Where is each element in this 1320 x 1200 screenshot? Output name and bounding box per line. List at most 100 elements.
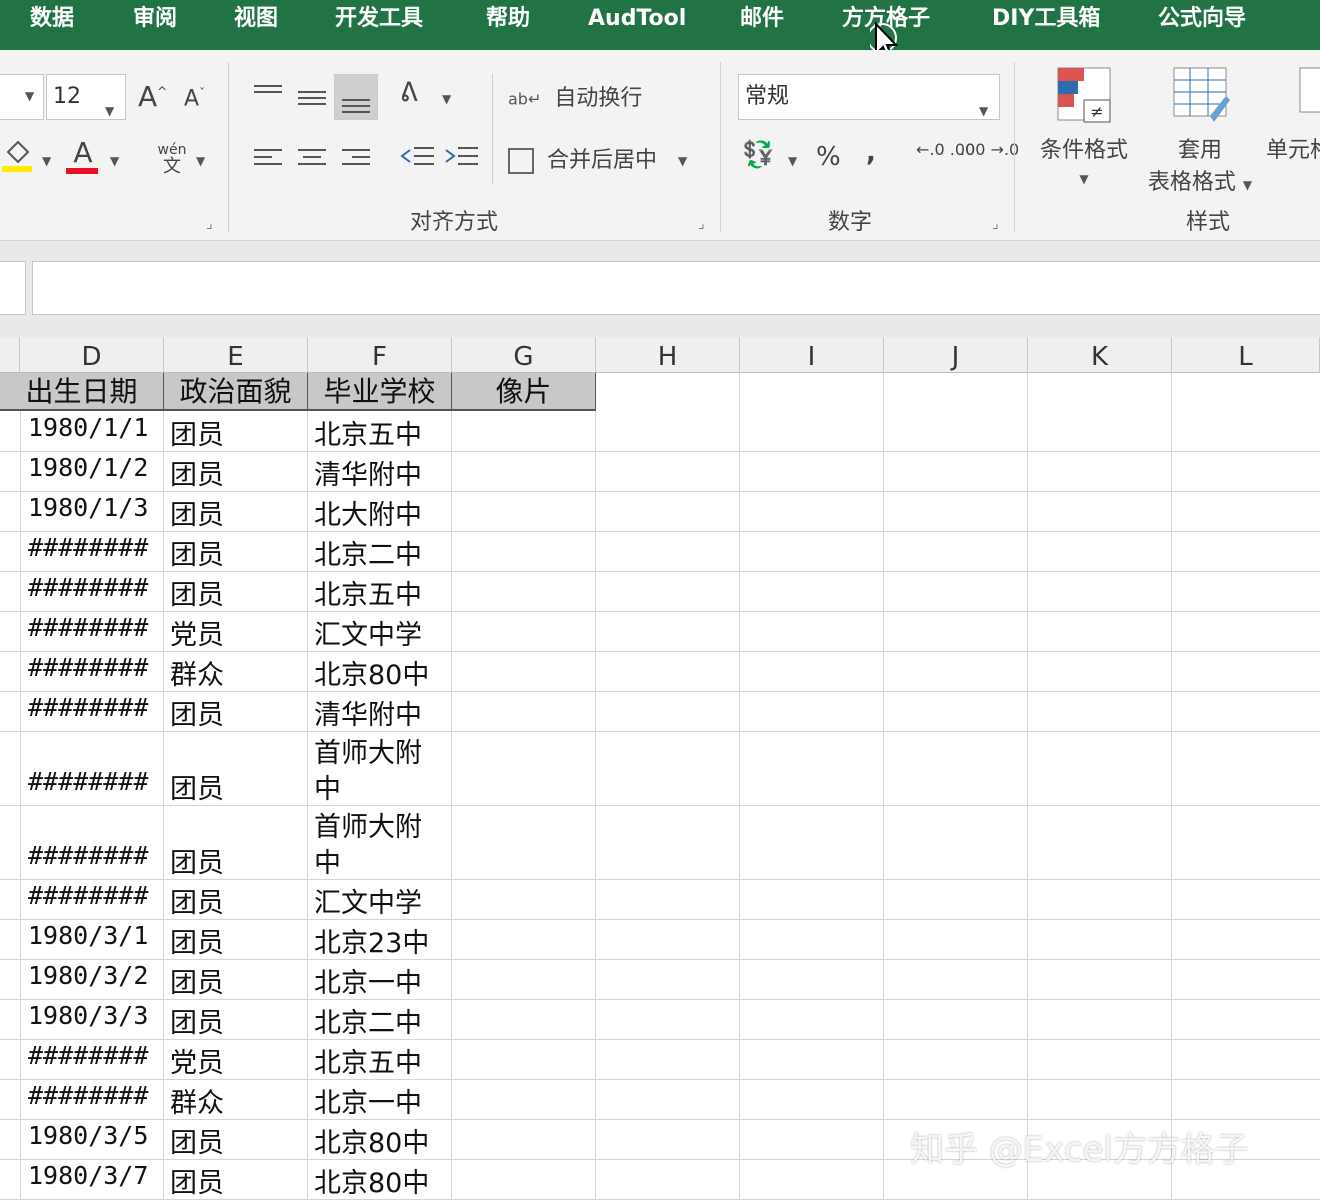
cell-school[interactable]: 首师大附 [314, 805, 450, 844]
decrease-indent-icon[interactable] [400, 144, 436, 174]
cell-political-status[interactable]: 团员 [170, 841, 306, 880]
cell-birth-date[interactable]: ######## [28, 653, 162, 682]
tab-mail[interactable]: 邮件 [740, 0, 784, 50]
cell-birth-date[interactable]: ######## [28, 573, 162, 602]
cell-birth-date[interactable]: ######## [28, 693, 162, 722]
cell-birth-date[interactable]: 1980/1/3 [28, 493, 162, 522]
tab-diy-toolbox[interactable]: DIY工具箱 [992, 0, 1100, 50]
tab-developer[interactable]: 开发工具 [335, 0, 423, 50]
cell-school[interactable]: 汇文中学 [314, 881, 450, 920]
cell-school-wrap[interactable]: 中 [314, 767, 450, 806]
cell-political-status[interactable]: 党员 [170, 613, 306, 652]
column-header-h[interactable]: H [596, 337, 740, 373]
cell-school[interactable]: 北京五中 [314, 413, 450, 452]
cell-political-status[interactable]: 团员 [170, 533, 306, 572]
align-bottom-button[interactable] [334, 74, 378, 120]
cell-political-status[interactable]: 团员 [170, 453, 306, 492]
cell-school[interactable]: 北京一中 [314, 1081, 450, 1120]
cell-birth-date[interactable]: ######## [28, 533, 162, 562]
cell-school[interactable]: 北京五中 [314, 1041, 450, 1080]
dialog-launcher-icon[interactable]: ⌟ [206, 216, 213, 232]
cell-political-status[interactable]: 团员 [170, 961, 306, 1000]
align-right-icon[interactable] [340, 146, 372, 174]
cell-birth-date[interactable]: 1980/3/5 [28, 1121, 162, 1150]
header-school[interactable]: 毕业学校 [308, 373, 452, 411]
cell-school[interactable]: 清华附中 [314, 693, 450, 732]
cell-birth-date[interactable]: 1980/1/2 [28, 453, 162, 482]
align-middle-icon[interactable] [296, 86, 328, 114]
cell-political-status[interactable]: 团员 [170, 921, 306, 960]
increase-decimal-button[interactable]: ←.0 .00 [916, 142, 975, 158]
column-header-l[interactable]: L [1172, 337, 1320, 373]
column-header-d[interactable]: D [20, 337, 164, 373]
align-top-icon[interactable] [252, 80, 284, 108]
dialog-launcher-icon[interactable]: ⌟ [698, 216, 705, 232]
cell-school[interactable]: 清华附中 [314, 453, 450, 492]
font-name-box[interactable]: ▼ [0, 74, 44, 120]
header-birth-date[interactable]: 出生日期 [0, 373, 164, 411]
formula-input[interactable] [32, 261, 1320, 315]
cell-political-status[interactable]: 群众 [170, 653, 306, 692]
dialog-launcher-icon[interactable]: ⌟ [992, 216, 999, 232]
cell-birth-date[interactable]: 1980/3/1 [28, 921, 162, 950]
cell-birth-date[interactable]: ######## [28, 841, 162, 870]
cell-political-status[interactable]: 团员 [170, 693, 306, 732]
cell-birth-date[interactable]: 1980/3/2 [28, 961, 162, 990]
cell-styles-button[interactable]: 单元格 [1266, 66, 1320, 164]
grow-font-button[interactable]: A^ [138, 80, 167, 113]
cell-political-status[interactable]: 团员 [170, 767, 306, 806]
cell-birth-date[interactable]: 1980/3/7 [28, 1161, 162, 1190]
cell-political-status[interactable]: 团员 [170, 493, 306, 532]
column-header-g[interactable]: G [452, 337, 596, 373]
column-header-k[interactable]: K [1028, 337, 1172, 373]
tab-review[interactable]: 审阅 [133, 0, 177, 50]
name-box[interactable] [0, 261, 26, 315]
merge-center-button[interactable]: 合并后居中 ▼ [508, 142, 687, 174]
cell-political-status[interactable]: 党员 [170, 1041, 306, 1080]
cell-school[interactable]: 北京80中 [314, 1121, 450, 1160]
cell-school[interactable]: 汇文中学 [314, 613, 450, 652]
tab-view[interactable]: 视图 [234, 0, 278, 50]
header-political-status[interactable]: 政治面貌 [164, 373, 308, 411]
cell-birth-date[interactable]: ######## [28, 881, 162, 910]
cell-school[interactable]: 北京80中 [314, 1161, 450, 1200]
cell-school[interactable]: 北京五中 [314, 573, 450, 612]
tab-help[interactable]: 帮助 [486, 0, 530, 50]
decrease-decimal-button[interactable]: .00 →.0 [960, 142, 1019, 158]
tab-data[interactable]: 数据 [30, 0, 74, 50]
cell-political-status[interactable]: 团员 [170, 881, 306, 920]
cell-birth-date[interactable]: ######## [28, 613, 162, 642]
format-as-table-button[interactable]: 套用 表格格式 ▼ [1140, 66, 1260, 196]
cell-school-wrap[interactable]: 中 [314, 841, 450, 880]
fill-color-button[interactable] [2, 138, 42, 178]
column-header-i[interactable]: I [740, 337, 884, 373]
font-color-button[interactable]: A [66, 138, 100, 178]
cell-school[interactable]: 首师大附 [314, 731, 450, 770]
phonetic-button[interactable]: wén 文 [152, 140, 192, 184]
align-center-icon[interactable] [296, 146, 328, 174]
column-header-e[interactable]: E [164, 337, 308, 373]
cell-political-status[interactable]: 团员 [170, 413, 306, 452]
cell-political-status[interactable]: 团员 [170, 1121, 306, 1160]
comma-style-button[interactable]: , [866, 138, 876, 168]
cell-birth-date[interactable]: ######## [28, 1041, 162, 1070]
cell-political-status[interactable]: 群众 [170, 1081, 306, 1120]
font-size-box[interactable]: 12 ▼ [46, 74, 126, 120]
cell-birth-date[interactable]: 1980/1/1 [28, 413, 162, 442]
cell-school[interactable]: 北大附中 [314, 493, 450, 532]
cell-school[interactable]: 北京23中 [314, 921, 450, 960]
header-photo[interactable]: 像片 [452, 373, 596, 411]
cell-political-status[interactable]: 团员 [170, 1161, 306, 1200]
cell-birth-date[interactable]: ######## [28, 1081, 162, 1110]
cell-birth-date[interactable]: ######## [28, 767, 162, 796]
cell-school[interactable]: 北京二中 [314, 533, 450, 572]
cell-school[interactable]: 北京80中 [314, 653, 450, 692]
cell-political-status[interactable]: 团员 [170, 1001, 306, 1040]
accounting-format-button[interactable]: 💱 [742, 140, 774, 170]
tab-formula-wizard[interactable]: 公式向导 [1158, 0, 1246, 50]
cell-birth-date[interactable]: 1980/3/3 [28, 1001, 162, 1030]
conditional-formatting-button[interactable]: ≠ 条件格式 ▼ [1034, 66, 1134, 189]
shrink-font-button[interactable]: Aˇ [184, 86, 205, 111]
cell-school[interactable]: 北京二中 [314, 1001, 450, 1040]
number-format-dropdown[interactable]: 常规 ▼ [738, 74, 1000, 120]
